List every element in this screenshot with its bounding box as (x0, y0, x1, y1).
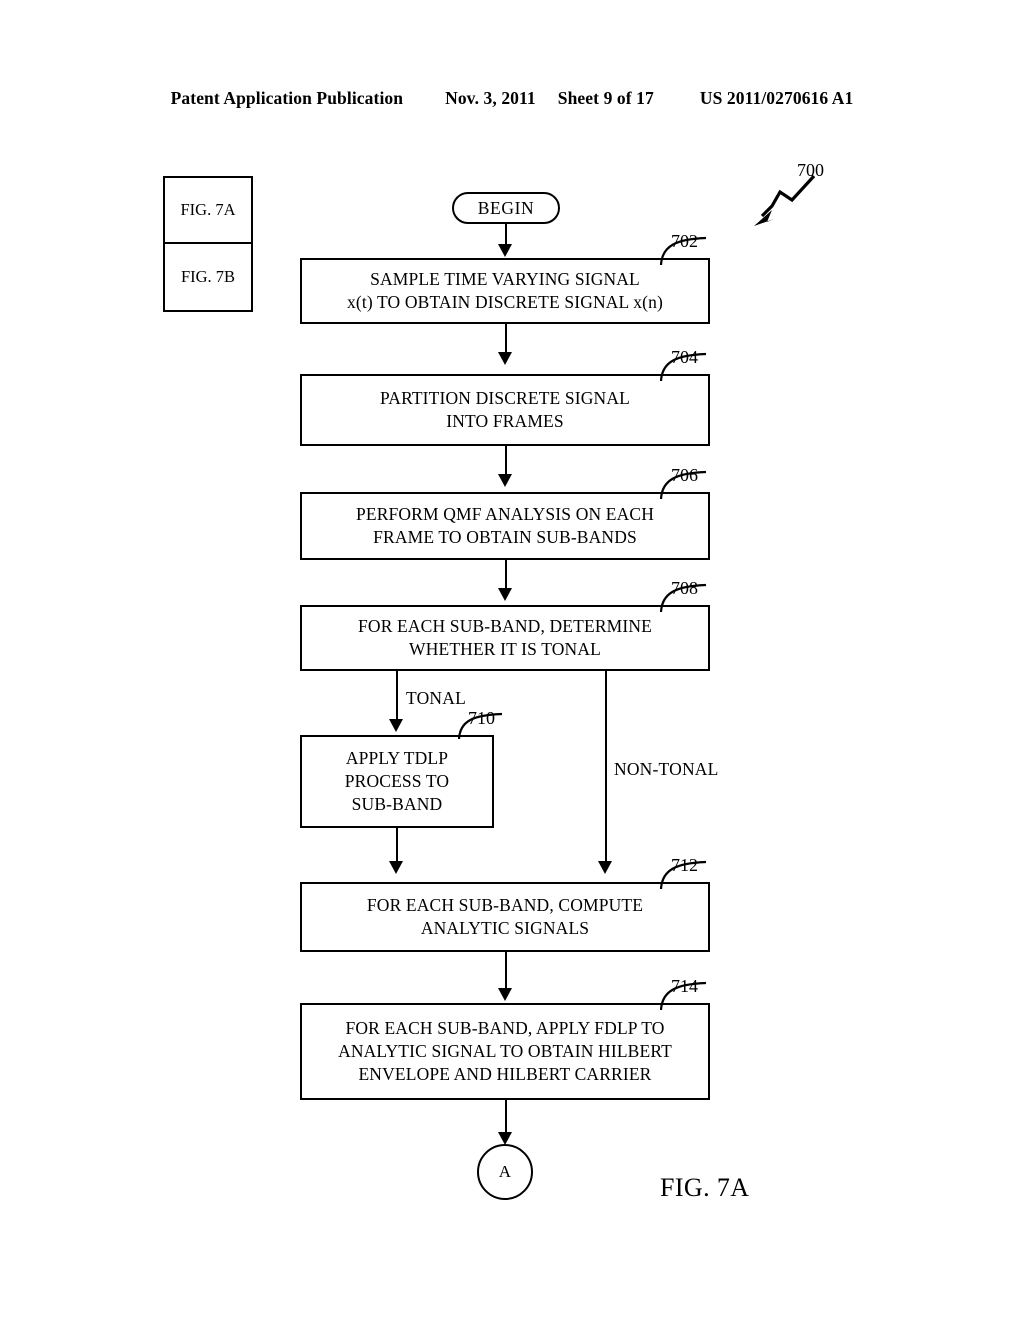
flow-line-708-to-710-tonal (396, 671, 398, 721)
flow-line-710-to-712 (396, 828, 398, 863)
reference-numeral-702: 702 (671, 231, 698, 251)
flow-arrowhead-702-to-704 (498, 352, 512, 365)
flow-node-714-text: FOR EACH SUB-BAND, APPLY FDLP TO ANALYTI… (338, 1018, 672, 1084)
flow-arrowhead-708-to-712 (598, 861, 612, 874)
branch-label-non-tonal: NON-TONAL (614, 759, 719, 779)
key-box-cell-fig7b: FIG. 7B (165, 244, 251, 310)
flow-arrowhead-708-to-710 (389, 719, 403, 732)
figure-caption: FIG. 7A (660, 1173, 750, 1202)
flow-node-712: FOR EACH SUB-BAND, COMPUTE ANALYTIC SIGN… (300, 882, 710, 952)
page-header: Patent Application Publication Nov. 3, 2… (0, 88, 1024, 112)
flow-line-706-to-708 (505, 560, 507, 590)
flow-line-begin-to-702 (505, 224, 507, 246)
flow-node-704-text: PARTITION DISCRETE SIGNAL INTO FRAMES (380, 388, 630, 431)
key-box-cell-fig7a: FIG. 7A (165, 178, 251, 244)
flow-line-702-to-704 (505, 324, 507, 354)
flow-node-706-text: PERFORM QMF ANALYSIS ON EACH FRAME TO OB… (355, 504, 655, 547)
flow-node-704: PARTITION DISCRETE SIGNAL INTO FRAMES (300, 374, 710, 446)
flow-arrowhead-begin-to-702 (498, 244, 512, 257)
reference-numeral-708: 708 (671, 578, 698, 598)
flow-line-712-to-714 (505, 952, 507, 990)
flow-arrowhead-704-to-706 (498, 474, 512, 487)
figure-key-box: FIG. 7A FIG. 7B (163, 176, 253, 312)
reference-numeral-710: 710 (468, 708, 495, 728)
lightning-leader-arrow-700 (754, 174, 816, 226)
flow-terminator-begin-label: BEGIN (477, 197, 535, 218)
flow-connector-a-label: A (498, 1161, 512, 1181)
flow-arrowhead-712-to-714 (498, 988, 512, 1001)
key-box-label-fig7b: FIG. 7B (180, 267, 236, 286)
header-date: Nov. 3, 2011 (445, 88, 536, 108)
flow-line-704-to-706 (505, 446, 507, 476)
flow-node-702: SAMPLE TIME VARYING SIGNAL x(t) TO OBTAI… (300, 258, 710, 324)
header-publication: Patent Application Publication (170, 88, 404, 108)
flow-node-702-text: SAMPLE TIME VARYING SIGNAL x(t) TO OBTAI… (346, 269, 664, 312)
flow-node-708-text: FOR EACH SUB-BAND, DETERMINE WHETHER IT … (358, 616, 652, 659)
reference-numeral-706: 706 (671, 465, 698, 485)
flow-node-706: PERFORM QMF ANALYSIS ON EACH FRAME TO OB… (300, 492, 710, 560)
flow-node-710-text: APPLY TDLP PROCESS TO SUB-BAND (344, 748, 450, 814)
flow-node-714: FOR EACH SUB-BAND, APPLY FDLP TO ANALYTI… (300, 1003, 710, 1100)
flow-arrowhead-706-to-708 (498, 588, 512, 601)
reference-numeral-704: 704 (671, 347, 698, 367)
flow-node-710: APPLY TDLP PROCESS TO SUB-BAND (300, 735, 494, 828)
flow-terminator-begin: BEGIN (452, 192, 560, 224)
header-patent-number: US 2011/0270616 A1 (699, 88, 854, 108)
branch-label-tonal: TONAL (406, 688, 466, 708)
flow-line-708-to-712-nontonal (605, 671, 607, 863)
flow-node-712-text: FOR EACH SUB-BAND, COMPUTE ANALYTIC SIGN… (366, 895, 644, 938)
flow-node-708: FOR EACH SUB-BAND, DETERMINE WHETHER IT … (300, 605, 710, 671)
flow-connector-a: A (477, 1144, 533, 1200)
reference-numeral-712: 712 (671, 855, 698, 875)
reference-numeral-714: 714 (671, 976, 698, 996)
header-sheet: Sheet 9 of 17 (557, 88, 654, 108)
patent-figure-page: Patent Application Publication Nov. 3, 2… (0, 0, 1024, 1320)
flow-arrowhead-710-to-712 (389, 861, 403, 874)
key-box-label-fig7a: FIG. 7A (180, 200, 236, 219)
